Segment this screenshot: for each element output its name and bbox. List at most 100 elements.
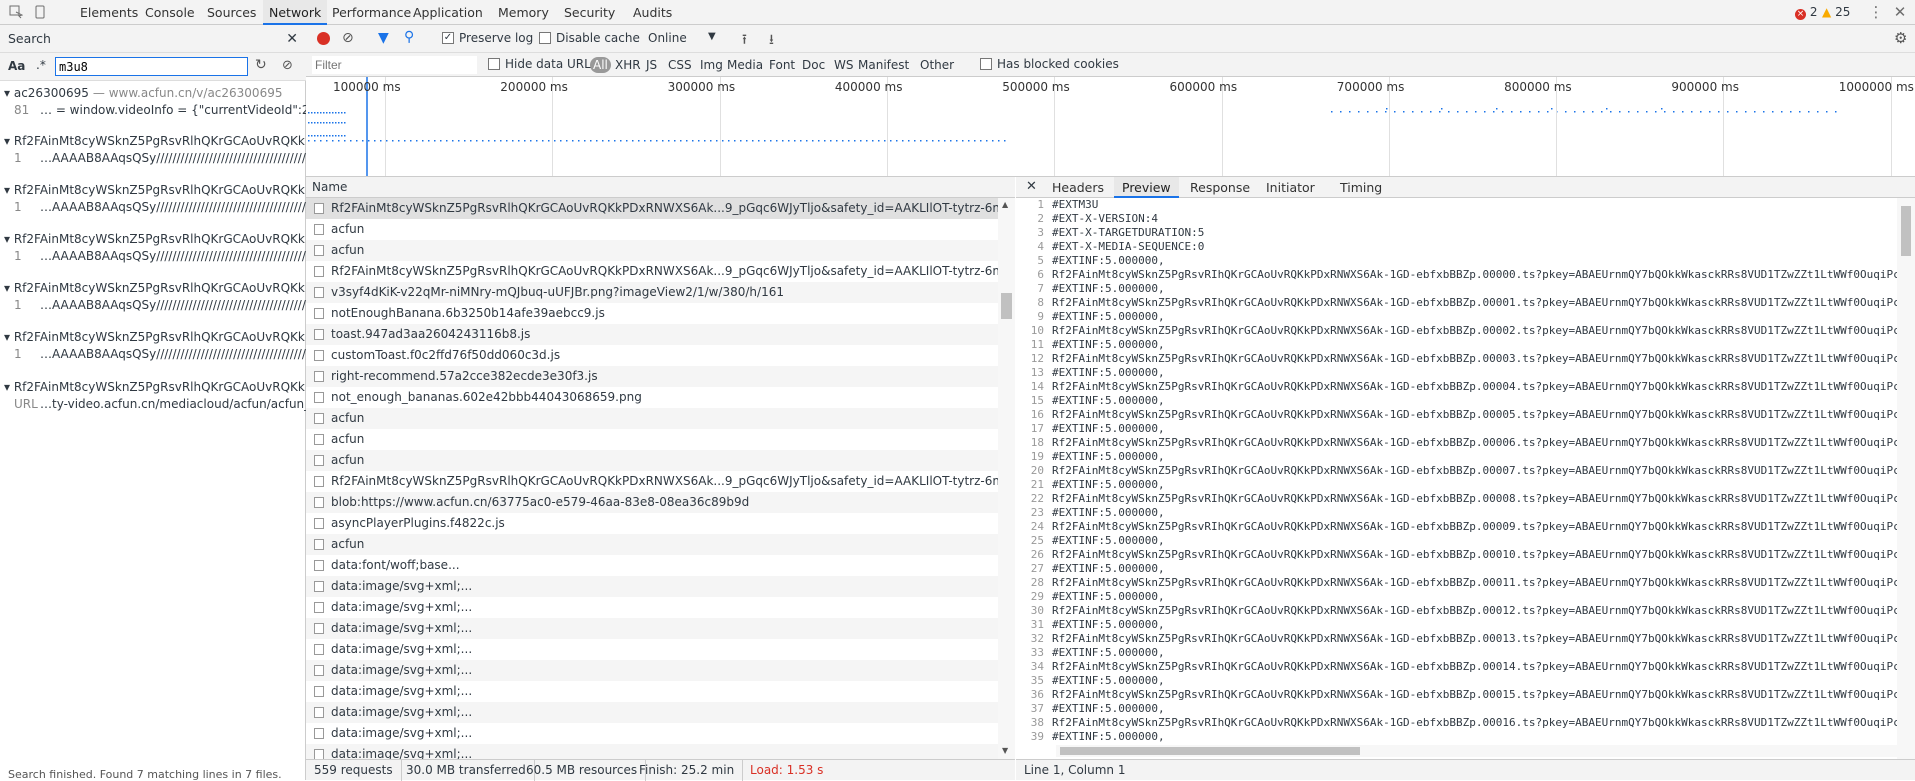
tab-memory[interactable]: Memory bbox=[492, 0, 555, 25]
request-row[interactable]: not_enough_bananas.602e42bbb44043068659.… bbox=[306, 387, 998, 408]
request-row[interactable]: blob:https://www.acfun.cn/63775ac0-e579-… bbox=[306, 492, 998, 513]
hide-data-urls-checkbox[interactable] bbox=[488, 58, 500, 70]
type-filter-manifest[interactable]: Manifest bbox=[855, 57, 912, 73]
error-count[interactable]: × 2 bbox=[1795, 5, 1817, 20]
export-har-icon[interactable]: ⭳ bbox=[769, 29, 774, 53]
request-row[interactable]: data:image/svg+xml;... bbox=[306, 660, 998, 681]
close-detail-icon[interactable]: ✕ bbox=[1026, 179, 1037, 194]
request-row[interactable]: data:image/svg+xml;... bbox=[306, 681, 998, 702]
expand-arrow-icon[interactable]: ▾ bbox=[4, 380, 14, 394]
tab-elements[interactable]: Elements bbox=[74, 0, 144, 25]
search-icon[interactable]: ⚲ bbox=[404, 29, 414, 45]
record-icon[interactable] bbox=[317, 32, 330, 45]
request-row[interactable]: right-recommend.57a2cce382ecde3e30f3.js bbox=[306, 366, 998, 387]
request-row[interactable]: data:image/svg+xml;... bbox=[306, 576, 998, 597]
scroll-down-icon[interactable]: ▼ bbox=[1002, 746, 1008, 755]
scroll-up-icon[interactable]: ▲ bbox=[1002, 200, 1008, 209]
scroll-thumb[interactable] bbox=[1001, 293, 1012, 319]
search-result-file[interactable]: ▾ Rf2FAinMt8cyWSknZ5PgRsvRlhQKrGCAoUvRQK… bbox=[0, 379, 306, 396]
search-result-group[interactable]: ▾ Rf2FAinMt8cyWSknZ5PgRsvRlhQKrGCAoUvRQK… bbox=[0, 133, 306, 167]
request-row[interactable]: Rf2FAinMt8cyWSknZ5PgRsvRlhQKrGCAoUvRQKkP… bbox=[306, 471, 998, 492]
search-result-group[interactable]: ▾ Rf2FAinMt8cyWSknZ5PgRsvRlhQKrGCAoUvRQK… bbox=[0, 231, 306, 265]
type-filter-xhr[interactable]: XHR bbox=[612, 57, 644, 73]
search-result-group[interactable]: ▾ Rf2FAinMt8cyWSknZ5PgRsvRlhQKrGCAoUvRQK… bbox=[0, 280, 306, 314]
device-toolbar-icon[interactable] bbox=[30, 2, 50, 22]
request-row[interactable]: acfun bbox=[306, 429, 998, 450]
search-result-group[interactable]: ▾ Rf2FAinMt8cyWSknZ5PgRsvRlhQKrGCAoUvRQK… bbox=[0, 182, 306, 216]
request-row[interactable]: acfun bbox=[306, 240, 998, 261]
request-row[interactable]: data:image/svg+xml;... bbox=[306, 639, 998, 660]
request-row[interactable]: Rf2FAinMt8cyWSknZ5PgRsvRlhQKrGCAoUvRQKkP… bbox=[306, 198, 998, 219]
close-devtools-icon[interactable]: ✕ bbox=[1890, 2, 1910, 22]
request-row[interactable]: acfun bbox=[306, 408, 998, 429]
filter-input[interactable] bbox=[312, 56, 477, 74]
tab-sources[interactable]: Sources bbox=[201, 0, 262, 25]
request-row[interactable]: data:image/svg+xml;... bbox=[306, 702, 998, 723]
name-column-header[interactable]: Name bbox=[306, 177, 1015, 198]
expand-arrow-icon[interactable]: ▾ bbox=[4, 183, 14, 197]
request-row[interactable]: data:image/svg+xml;... bbox=[306, 597, 998, 618]
type-filter-doc[interactable]: Doc bbox=[799, 57, 828, 73]
type-filter-img[interactable]: Img bbox=[697, 57, 726, 73]
preview-scroll-thumb[interactable] bbox=[1901, 206, 1911, 256]
request-row[interactable]: acfun bbox=[306, 450, 998, 471]
detail-tab-headers[interactable]: Headers bbox=[1044, 177, 1112, 198]
search-result-group[interactable]: ▾ ac26300695— www.acfun.cn/v/ac26300695 8… bbox=[0, 85, 306, 119]
request-row[interactable]: data:image/svg+xml;... bbox=[306, 618, 998, 639]
request-row[interactable]: data:font/woff;base... bbox=[306, 555, 998, 576]
preview-hscrollbar[interactable] bbox=[1056, 745, 1897, 757]
type-filter-other[interactable]: Other bbox=[917, 57, 957, 73]
tab-application[interactable]: Application bbox=[407, 0, 489, 25]
type-filter-font[interactable]: Font bbox=[766, 57, 798, 73]
detail-tab-response[interactable]: Response bbox=[1182, 177, 1258, 198]
type-filter-js[interactable]: JS bbox=[643, 57, 660, 73]
more-options-icon[interactable]: ⋮ bbox=[1866, 2, 1886, 22]
request-row[interactable]: acfun bbox=[306, 534, 998, 555]
request-scrollbar[interactable]: ▲ ▼ bbox=[998, 198, 1015, 759]
warning-count[interactable]: ▲ 25 bbox=[1822, 5, 1850, 20]
search-result-line[interactable]: URL …ty-video.acfun.cn/mediacloud/acfun/a… bbox=[0, 396, 306, 413]
detail-tab-timing[interactable]: Timing bbox=[1332, 177, 1390, 198]
detail-tab-preview[interactable]: Preview bbox=[1114, 177, 1179, 198]
request-row[interactable]: asyncPlayerPlugins.f4822c.js bbox=[306, 513, 998, 534]
search-result-group[interactable]: ▾ Rf2FAinMt8cyWSknZ5PgRsvRlhQKrGCAoUvRQK… bbox=[0, 329, 306, 363]
request-row[interactable]: data:image/svg+xml;... bbox=[306, 723, 998, 744]
search-result-file[interactable]: ▾ Rf2FAinMt8cyWSknZ5PgRsvRlhQKrGCAoUvRQK… bbox=[0, 329, 306, 346]
timeline-overview[interactable]: 100000 ms 200000 ms 300000 ms 400000 ms 5000… bbox=[306, 77, 1915, 177]
search-input[interactable] bbox=[55, 57, 248, 76]
tab-console[interactable]: Console bbox=[139, 0, 201, 25]
expand-arrow-icon[interactable]: ▾ bbox=[4, 281, 14, 295]
search-result-file[interactable]: ▾ Rf2FAinMt8cyWSknZ5PgRsvRlhQKrGCAoUvRQK… bbox=[0, 280, 306, 297]
preview-pane[interactable]: 1 #EXTM3U 2 #EXT-X-VERSION:4 3 #EXT-X-TARGETD… bbox=[1016, 198, 1915, 759]
search-result-line[interactable]: 1 …AAAAB8AAqsQSy/////////////////////////… bbox=[0, 248, 306, 265]
request-row[interactable]: notEnoughBanana.6b3250b14afe39aebcc9.js bbox=[306, 303, 998, 324]
search-result-line[interactable]: 1 …AAAAB8AAqsQSy/////////////////////////… bbox=[0, 297, 306, 314]
type-filter-all[interactable]: All bbox=[590, 57, 611, 73]
clear-search-icon[interactable]: ⊘ bbox=[282, 58, 293, 73]
search-result-file[interactable]: ▾ Rf2FAinMt8cyWSknZ5PgRsvRlhQKrGCAoUvRQK… bbox=[0, 231, 306, 248]
search-result-line[interactable]: 1 …AAAAB8AAqsQSy/////////////////////////… bbox=[0, 150, 306, 167]
preview-hscroll-thumb[interactable] bbox=[1060, 747, 1360, 755]
disable-cache-checkbox[interactable] bbox=[539, 32, 551, 44]
detail-tab-initiator[interactable]: Initiator bbox=[1258, 177, 1323, 198]
refresh-search-icon[interactable]: ↻ bbox=[255, 57, 267, 73]
search-result-line[interactable]: 1 …AAAAB8AAqsQSy/////////////////////////… bbox=[0, 199, 306, 216]
expand-arrow-icon[interactable]: ▾ bbox=[4, 232, 14, 246]
request-row[interactable]: toast.947ad3aa2604243116b8.js bbox=[306, 324, 998, 345]
type-filter-media[interactable]: Media bbox=[724, 57, 766, 73]
request-row[interactable]: v3syf4dKiK-v22qMr-niMNry-mQJbuq-uUFJBr.p… bbox=[306, 282, 998, 303]
regex-toggle[interactable]: .* bbox=[36, 58, 46, 72]
match-case-toggle[interactable]: Aa bbox=[8, 59, 25, 73]
search-result-group[interactable]: ▾ Rf2FAinMt8cyWSknZ5PgRsvRlhQKrGCAoUvRQK… bbox=[0, 379, 306, 413]
expand-arrow-icon[interactable]: ▾ bbox=[4, 330, 14, 344]
tab-security[interactable]: Security bbox=[558, 0, 621, 25]
type-filter-ws[interactable]: WS bbox=[831, 57, 856, 73]
import-har-icon[interactable]: ⭱ bbox=[742, 29, 747, 53]
close-search-icon[interactable]: ✕ bbox=[286, 25, 298, 53]
request-row[interactable]: customToast.f0c2ffd76f50dd060c3d.js bbox=[306, 345, 998, 366]
request-row[interactable]: Rf2FAinMt8cyWSknZ5PgRsvRlhQKrGCAoUvRQKkP… bbox=[306, 261, 998, 282]
request-row[interactable]: acfun bbox=[306, 219, 998, 240]
filter-icon[interactable]: ▼ bbox=[378, 30, 389, 46]
preview-scrollbar[interactable] bbox=[1897, 198, 1915, 759]
blocked-cookies-checkbox[interactable] bbox=[980, 58, 992, 70]
